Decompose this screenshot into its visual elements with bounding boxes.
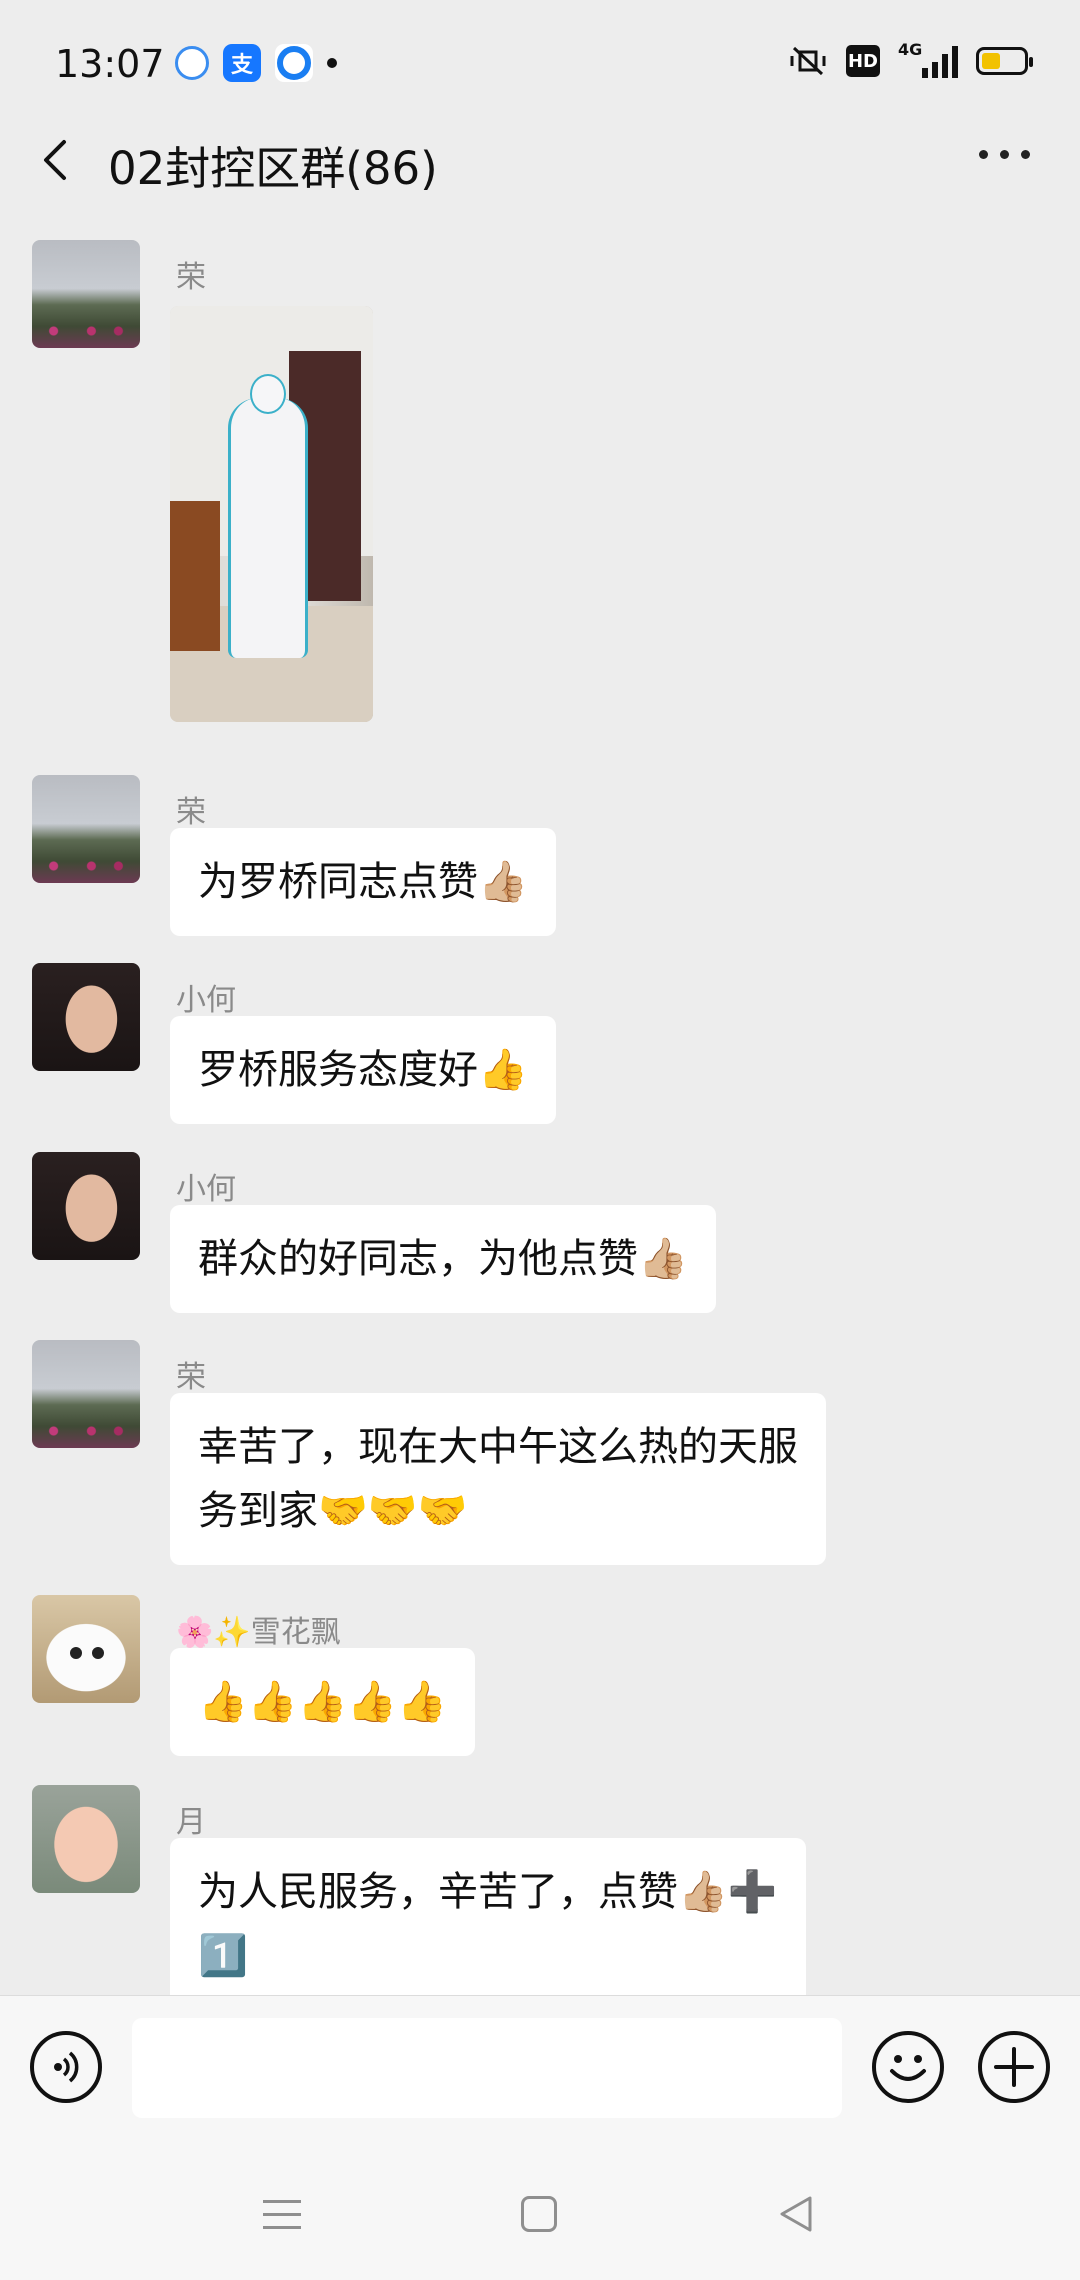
woman-avatar[interactable] xyxy=(32,1152,140,1260)
emoji-button[interactable] xyxy=(872,2031,944,2103)
app-circle-icon xyxy=(275,44,313,82)
system-icons: HD 4G xyxy=(788,40,1033,78)
message-line: 为人民服务，辛苦了，点赞👍🏼➕ xyxy=(198,1869,778,1915)
signal-icon: 4G xyxy=(898,40,958,78)
message-bubble[interactable]: 为罗桥同志点赞👍🏼 xyxy=(170,828,556,936)
message-bubble[interactable]: 👍👍👍👍👍 xyxy=(170,1648,476,1756)
sender-name: 月 xyxy=(176,1805,206,1840)
cat-avatar[interactable] xyxy=(32,1595,140,1703)
battery-icon xyxy=(976,47,1033,75)
chat-header: 02封控区群(86) xyxy=(0,120,1080,200)
home-icon[interactable] xyxy=(521,2196,557,2232)
woman-avatar[interactable] xyxy=(32,963,140,1071)
input-bar xyxy=(0,1995,1080,2150)
qq-browser-icon xyxy=(175,46,209,80)
message-list[interactable]: 荣 荣 为罗桥同志点赞👍🏼 小何 罗桥服务态度好👍 小何 群众的好同志，为他点赞… xyxy=(0,220,1080,1995)
sender-name: 小何 xyxy=(176,1172,236,1207)
voice-input-button[interactable] xyxy=(30,2031,102,2103)
message-line: 1️⃣ xyxy=(198,1933,248,1979)
chat-title: 02封控区群(86) xyxy=(108,142,438,195)
add-attachment-button[interactable] xyxy=(978,2031,1050,2103)
photo-protective-suit[interactable] xyxy=(170,306,373,722)
message-line: 幸苦了，现在大中午这么热的天服 xyxy=(198,1424,798,1470)
message-bubble[interactable]: 幸苦了，现在大中午这么热的天服 务到家🤝🤝🤝 xyxy=(170,1393,826,1565)
smiley-icon xyxy=(890,2055,926,2081)
more-notifications-dot-icon xyxy=(327,58,337,68)
message-bubble[interactable]: 群众的好同志，为他点赞👍🏼 xyxy=(170,1205,716,1313)
vibrate-mute-icon xyxy=(790,46,826,76)
message-bubble[interactable]: 罗桥服务态度好👍 xyxy=(170,1016,556,1124)
message-line: 务到家🤝🤝🤝 xyxy=(198,1488,468,1534)
recent-apps-icon[interactable] xyxy=(263,2200,301,2239)
status-time: 13:07 xyxy=(55,42,165,86)
baby-avatar[interactable] xyxy=(32,1785,140,1893)
hd-icon: HD xyxy=(846,45,880,77)
message-input[interactable] xyxy=(132,2018,842,2118)
landscape-avatar[interactable] xyxy=(32,1340,140,1448)
landscape-avatar[interactable] xyxy=(32,240,140,348)
landscape-avatar[interactable] xyxy=(32,775,140,883)
notification-icons: 支 xyxy=(175,44,337,82)
message-bubble[interactable]: 为人民服务，辛苦了，点赞👍🏼➕ 1️⃣ xyxy=(170,1838,806,1995)
alipay-icon: 支 xyxy=(223,44,261,82)
sender-name: 荣 xyxy=(176,795,206,830)
sender-name: 🌸✨雪花飘 xyxy=(176,1615,341,1650)
sender-name: 小何 xyxy=(176,983,236,1018)
nav-back-icon[interactable] xyxy=(776,2192,816,2236)
status-bar: 13:07 支 HD 4G xyxy=(0,0,1080,130)
sender-name: 荣 xyxy=(176,260,206,295)
system-nav-bar xyxy=(0,2150,1080,2280)
network-type: 4G xyxy=(898,40,923,59)
sender-name: 荣 xyxy=(176,1360,206,1395)
voice-icon xyxy=(54,2051,79,2083)
back-arrow-icon[interactable] xyxy=(36,138,76,182)
plus-icon xyxy=(994,2047,1034,2087)
more-options-icon[interactable] xyxy=(979,150,1030,159)
chat-screen: 13:07 支 HD 4G 02封控区群(86) 荣 荣 为罗桥同志点赞👍🏼 小… xyxy=(0,0,1080,2280)
